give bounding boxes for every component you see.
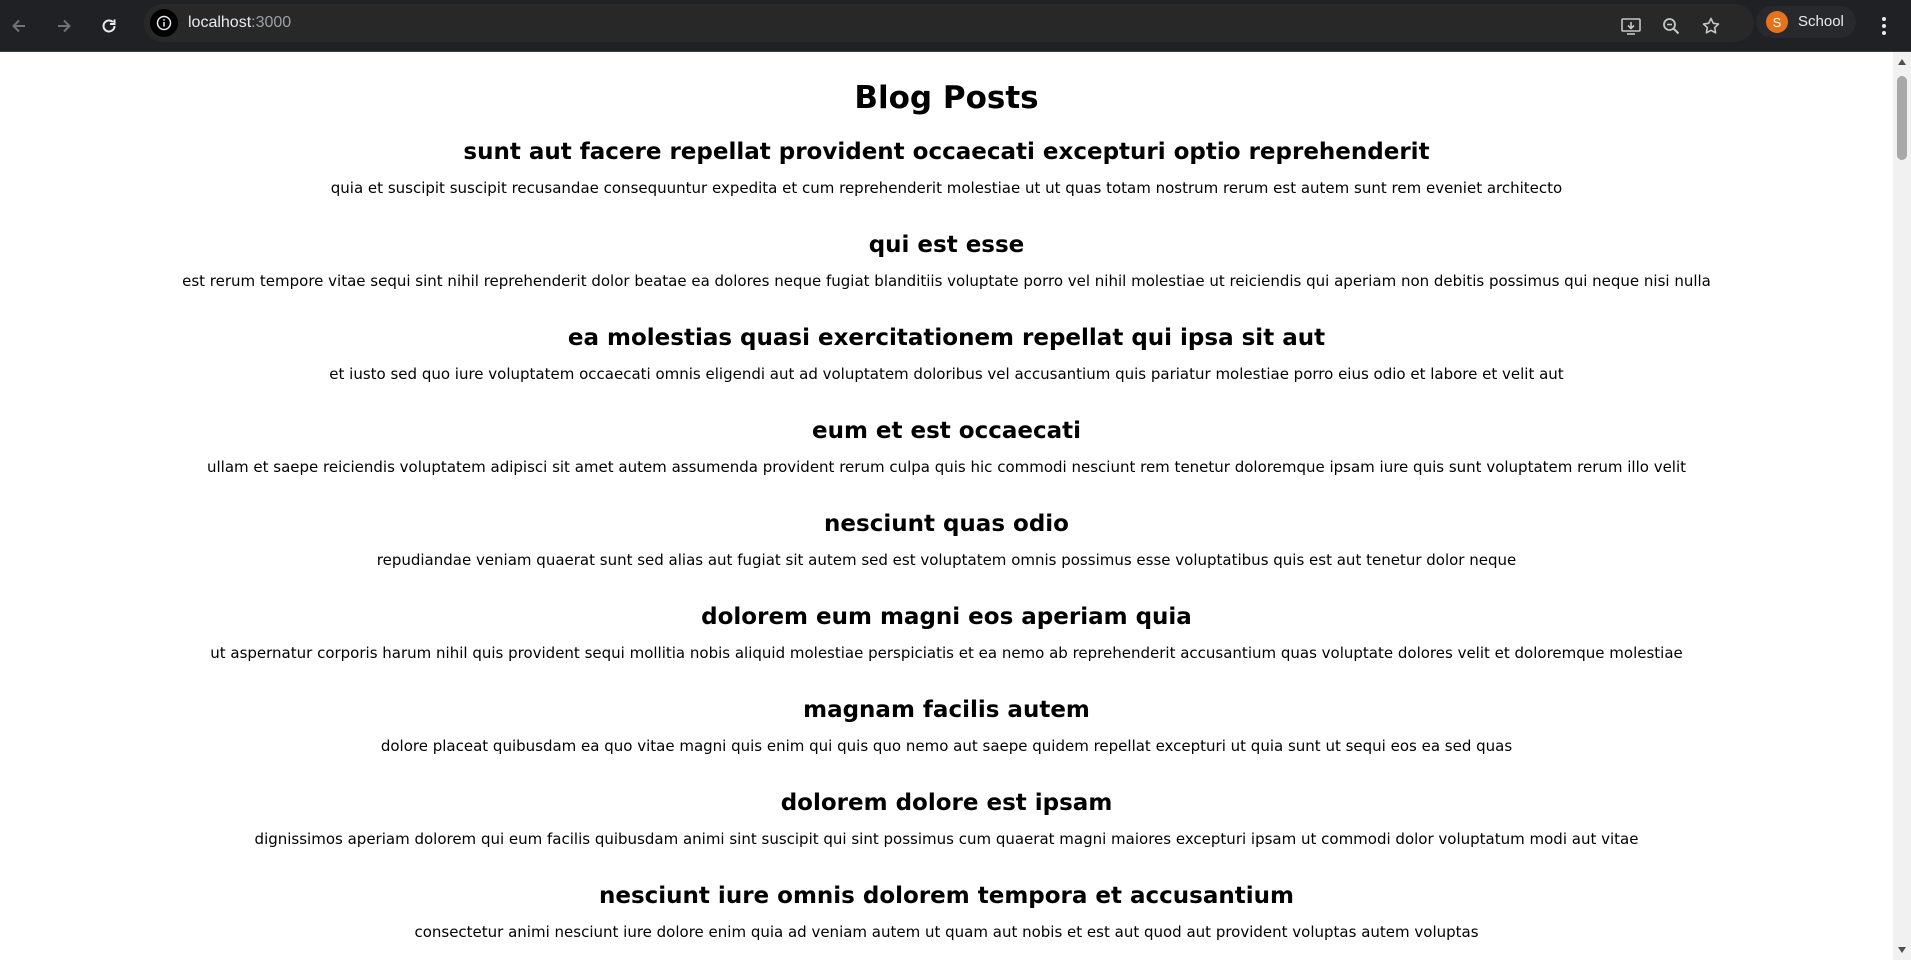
address-bar[interactable]: localhost:3000: [144, 4, 1754, 42]
post-item: ea molestias quasi exercitationem repell…: [0, 314, 1893, 407]
reload-icon[interactable]: [93, 10, 125, 42]
post-item: qui est esse est rerum tempore vitae seq…: [0, 221, 1893, 314]
post-title: eum et est occaecati: [811, 418, 1082, 444]
post-body: repudiandae veniam quaerat sunt sed alia…: [376, 551, 1517, 569]
forward-arrow-icon[interactable]: [48, 10, 80, 42]
profile-name: School: [1798, 13, 1844, 30]
post-body: ut aspernatur corporis harum nihil quis …: [210, 644, 1683, 662]
zoom-icon[interactable]: [1655, 10, 1687, 42]
post-body: et iusto sed quo iure voluptatem occaeca…: [329, 365, 1564, 383]
page-content: Blog Posts sunt aut facere repellat prov…: [0, 52, 1893, 960]
post-title: nesciunt quas odio: [824, 511, 1069, 537]
post-item: nesciunt iure omnis dolorem tempora et a…: [0, 872, 1893, 960]
post-body: consectetur animi nesciunt iure dolore e…: [414, 923, 1479, 941]
page-title: Blog Posts: [854, 80, 1039, 116]
url-port: :3000: [251, 14, 292, 31]
scrollbar-thumb[interactable]: [1897, 76, 1907, 160]
post-body: dolore placeat quibusdam ea quo vitae ma…: [380, 737, 1513, 755]
back-arrow-icon[interactable]: [3, 10, 35, 42]
post-item: dolorem eum magni eos aperiam quia ut as…: [0, 593, 1893, 686]
url-text[interactable]: localhost:3000: [188, 4, 291, 42]
post-item: sunt aut facere repellat provident occae…: [0, 120, 1893, 221]
post-title: dolorem eum magni eos aperiam quia: [701, 604, 1192, 630]
kebab-menu-icon[interactable]: [1868, 10, 1900, 42]
post-body: ullam et saepe reiciendis voluptatem adi…: [206, 458, 1687, 476]
post-title: sunt aut facere repellat provident occae…: [463, 139, 1430, 165]
post-body: est rerum tempore vitae sequi sint nihil…: [182, 272, 1711, 290]
post-body: quia et suscipit suscipit recusandae con…: [330, 179, 1563, 197]
profile-chip[interactable]: S School: [1756, 6, 1856, 38]
post-item: nesciunt quas odio repudiandae veniam qu…: [0, 500, 1893, 593]
post-title: ea molestias quasi exercitationem repell…: [567, 325, 1326, 351]
install-app-icon[interactable]: [1615, 10, 1647, 42]
post-item: eum et est occaecati ullam et saepe reic…: [0, 407, 1893, 500]
scroll-up-arrow-icon[interactable]: [1893, 54, 1911, 70]
url-host: localhost: [188, 14, 252, 31]
bookmark-star-icon[interactable]: [1695, 10, 1727, 42]
vertical-scrollbar[interactable]: [1893, 52, 1911, 960]
post-title: qui est esse: [868, 232, 1025, 258]
post-title: nesciunt iure omnis dolorem tempora et a…: [599, 883, 1294, 909]
post-title: magnam facilis autem: [803, 697, 1090, 723]
post-item: dolorem dolore est ipsam dignissimos ape…: [0, 779, 1893, 872]
post-item: magnam facilis autem dolore placeat quib…: [0, 686, 1893, 779]
post-title: dolorem dolore est ipsam: [780, 790, 1113, 816]
post-body: dignissimos aperiam dolorem qui eum faci…: [254, 830, 1639, 848]
scroll-down-arrow-icon[interactable]: [1893, 942, 1911, 958]
avatar: S: [1766, 11, 1788, 33]
site-info-icon[interactable]: [150, 9, 178, 37]
browser-toolbar: localhost:3000 S School: [0, 0, 1911, 52]
